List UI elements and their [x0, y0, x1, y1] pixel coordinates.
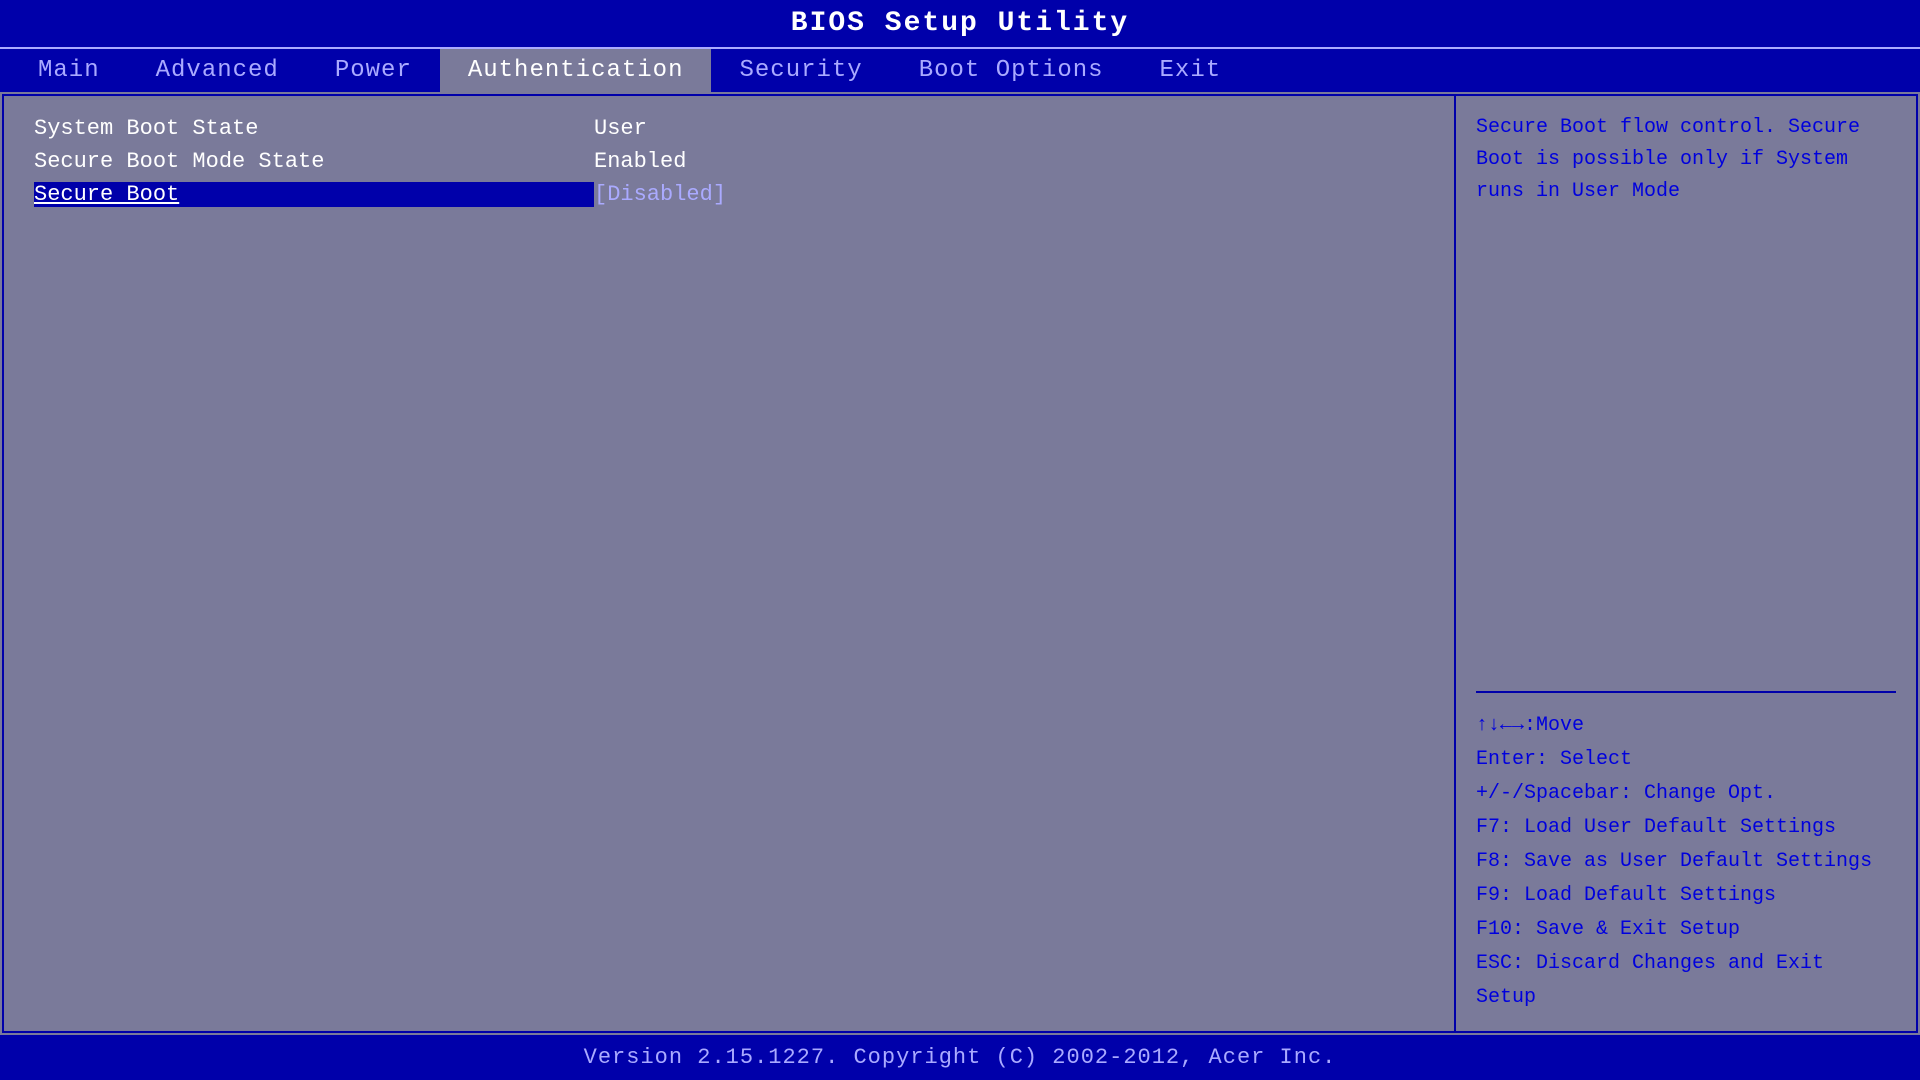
help-text: Secure Boot flow control. Secure Boot is…: [1476, 112, 1896, 693]
settings-label: Secure Boot Mode State: [34, 149, 594, 174]
key-help-line: Enter: Select: [1476, 743, 1896, 777]
settings-row: Secure Boot[Disabled]: [34, 182, 1424, 207]
key-help-line: F7: Load User Default Settings: [1476, 811, 1896, 845]
key-help-line: ESC: Discard Changes and Exit Setup: [1476, 947, 1896, 1015]
bios-setup-app: BIOS Setup Utility MainAdvancedPowerAuth…: [0, 0, 1920, 1080]
nav-item-exit[interactable]: Exit: [1132, 49, 1250, 92]
settings-row: System Boot StateUser: [34, 116, 1424, 141]
settings-value: Enabled: [594, 149, 686, 174]
key-help-line: ↑↓←→:Move: [1476, 709, 1896, 743]
key-help-line: F10: Save & Exit Setup: [1476, 913, 1896, 947]
nav-item-security[interactable]: Security: [711, 49, 890, 92]
settings-label: Secure Boot: [34, 182, 594, 207]
settings-list: System Boot StateUserSecure Boot Mode St…: [34, 116, 1424, 207]
footer-text: Version 2.15.1227. Copyright (C) 2002-20…: [584, 1045, 1337, 1070]
key-help-line: F9: Load Default Settings: [1476, 879, 1896, 913]
title-bar: BIOS Setup Utility: [0, 0, 1920, 47]
nav-menu: MainAdvancedPowerAuthenticationSecurityB…: [0, 47, 1920, 92]
main-content: System Boot StateUserSecure Boot Mode St…: [2, 94, 1918, 1033]
key-help-line: +/-/Spacebar: Change Opt.: [1476, 777, 1896, 811]
key-help: ↑↓←→:MoveEnter: Select+/-/Spacebar: Chan…: [1476, 709, 1896, 1015]
key-help-line: F8: Save as User Default Settings: [1476, 845, 1896, 879]
nav-item-authentication[interactable]: Authentication: [440, 49, 712, 92]
right-panel: Secure Boot flow control. Secure Boot is…: [1456, 96, 1916, 1031]
nav-item-boot-options[interactable]: Boot Options: [891, 49, 1132, 92]
nav-item-advanced[interactable]: Advanced: [128, 49, 307, 92]
left-panel: System Boot StateUserSecure Boot Mode St…: [4, 96, 1456, 1031]
settings-value[interactable]: [Disabled]: [594, 182, 726, 207]
nav-item-main[interactable]: Main: [10, 49, 128, 92]
app-title: BIOS Setup Utility: [791, 8, 1129, 39]
settings-value: User: [594, 116, 647, 141]
nav-item-power[interactable]: Power: [307, 49, 440, 92]
footer: Version 2.15.1227. Copyright (C) 2002-20…: [0, 1035, 1920, 1080]
settings-label: System Boot State: [34, 116, 594, 141]
settings-row: Secure Boot Mode StateEnabled: [34, 149, 1424, 174]
